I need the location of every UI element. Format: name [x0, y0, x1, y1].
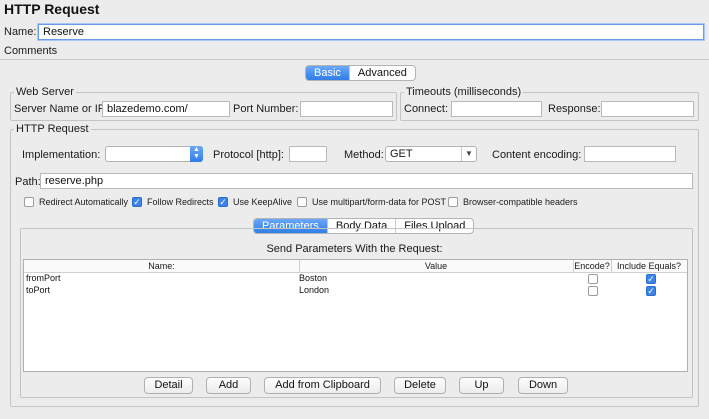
redirect-automatically-option[interactable]: Redirect Automatically — [24, 197, 128, 207]
mode-tabs: Basic Advanced — [305, 65, 416, 81]
method-value: GET — [390, 148, 413, 160]
path-input[interactable] — [40, 173, 693, 189]
up-down-arrows-icon: ▲ ▼ — [190, 146, 203, 162]
param-name: toPort — [26, 285, 51, 295]
use-keepalive-checkbox[interactable]: ✓ — [218, 197, 228, 207]
server-name-label: Server Name or IP: — [14, 103, 109, 115]
http-request-legend: HTTP Request — [14, 123, 91, 135]
name-label: Name: — [4, 26, 37, 38]
divider — [0, 59, 709, 60]
param-name: fromPort — [26, 273, 61, 283]
response-label: Response: — [548, 103, 601, 115]
column-include-equals: Include Equals? — [616, 261, 682, 271]
method-label: Method: — [344, 149, 384, 161]
use-keepalive-option[interactable]: ✓ Use KeepAlive — [218, 197, 292, 207]
content-encoding-label: Content encoding: — [492, 149, 582, 161]
add-button[interactable]: Add — [206, 377, 251, 394]
connect-input[interactable] — [451, 101, 542, 117]
method-select[interactable]: GET ▼ — [385, 146, 477, 162]
name-input[interactable] — [38, 24, 704, 40]
table-header: Name: Value Encode? Include Equals? — [24, 260, 687, 273]
port-number-input[interactable] — [300, 101, 393, 117]
column-value: Value — [299, 260, 574, 272]
up-button[interactable]: Up — [459, 377, 504, 394]
implementation-select[interactable]: ▲ ▼ — [105, 146, 203, 162]
table-row[interactable]: toPort London ✓ — [24, 285, 687, 297]
param-value: London — [299, 285, 330, 295]
encode-checkbox[interactable] — [588, 274, 598, 284]
column-encode: Encode? — [573, 260, 612, 272]
port-number-label: Port Number: — [233, 103, 299, 115]
param-value: Boston — [299, 273, 328, 283]
follow-redirects-checkbox[interactable]: ✓ — [132, 197, 142, 207]
add-from-clipboard-button[interactable]: Add from Clipboard — [264, 377, 381, 394]
window-title: HTTP Request — [4, 1, 100, 17]
multipart-option[interactable]: Use multipart/form-data for POST — [297, 197, 446, 207]
connect-label: Connect: — [404, 103, 449, 115]
redirect-automatically-label: Redirect Automatically — [39, 197, 129, 207]
include-equals-checkbox[interactable]: ✓ — [646, 286, 656, 296]
use-keepalive-label: Use KeepAlive — [233, 197, 293, 207]
multipart-checkbox[interactable] — [297, 197, 307, 207]
path-label: Path: — [15, 176, 41, 188]
content-encoding-input[interactable] — [584, 146, 676, 162]
redirect-automatically-checkbox[interactable] — [24, 197, 34, 207]
delete-button[interactable]: Delete — [394, 377, 446, 394]
server-name-input[interactable] — [102, 101, 230, 117]
tab-advanced[interactable]: Advanced — [350, 66, 415, 80]
parameters-caption: Send Parameters With the Request: — [266, 243, 443, 255]
browser-headers-option[interactable]: Browser-compatible headers — [448, 197, 578, 207]
browser-headers-label: Browser-compatible headers — [463, 197, 578, 207]
follow-redirects-option[interactable]: ✓ Follow Redirects — [132, 197, 214, 207]
column-name: Name: — [24, 260, 300, 272]
follow-redirects-label: Follow Redirects — [147, 197, 214, 207]
browser-headers-checkbox[interactable] — [448, 197, 458, 207]
detail-button[interactable]: Detail — [144, 377, 193, 394]
multipart-label: Use multipart/form-data for POST — [312, 197, 447, 207]
parameters-table[interactable]: Name: Value Encode? Include Equals? from… — [23, 259, 688, 372]
response-input[interactable] — [601, 101, 694, 117]
protocol-label: Protocol [http]: — [213, 149, 284, 161]
include-equals-checkbox[interactable]: ✓ — [646, 274, 656, 284]
comments-field[interactable] — [58, 43, 704, 59]
tab-basic[interactable]: Basic — [306, 66, 350, 80]
comments-label: Comments: — [4, 45, 61, 57]
timeouts-legend: Timeouts (milliseconds) — [404, 86, 524, 98]
web-server-legend: Web Server — [14, 86, 76, 98]
table-row[interactable]: fromPort Boston ✓ — [24, 273, 687, 285]
implementation-label: Implementation: — [22, 149, 101, 161]
down-button[interactable]: Down — [518, 377, 568, 394]
encode-checkbox[interactable] — [588, 286, 598, 296]
chevron-down-icon: ▼ — [461, 147, 476, 161]
protocol-input[interactable] — [289, 146, 327, 162]
